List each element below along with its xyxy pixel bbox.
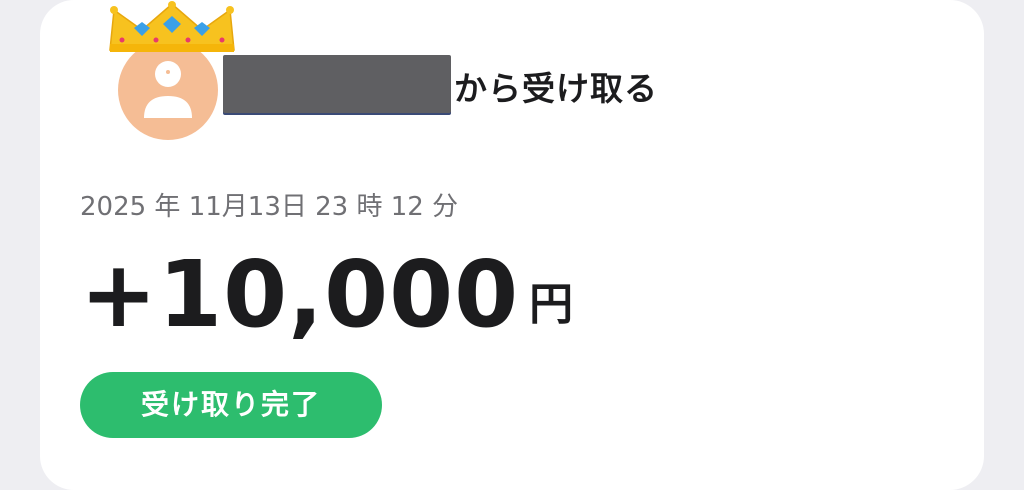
amount-row: +10,000 円 bbox=[80, 240, 573, 350]
amount-value: +10,000 bbox=[80, 241, 520, 348]
receive-from-label: から受け取る bbox=[454, 69, 658, 108]
transaction-datetime: 2025 年 11月13日 23 時 12 分 bbox=[80, 192, 459, 222]
crown-icon bbox=[109, 1, 235, 52]
sender-name-redacted bbox=[223, 55, 451, 113]
status-badge: 受け取り完了 bbox=[80, 372, 382, 438]
transaction-card: から受け取る 2025 年 11月13日 23 時 12 分 +10,000 円 … bbox=[40, 0, 984, 490]
sender-header: から受け取る bbox=[80, 0, 680, 150]
currency-unit: 円 bbox=[529, 279, 574, 330]
